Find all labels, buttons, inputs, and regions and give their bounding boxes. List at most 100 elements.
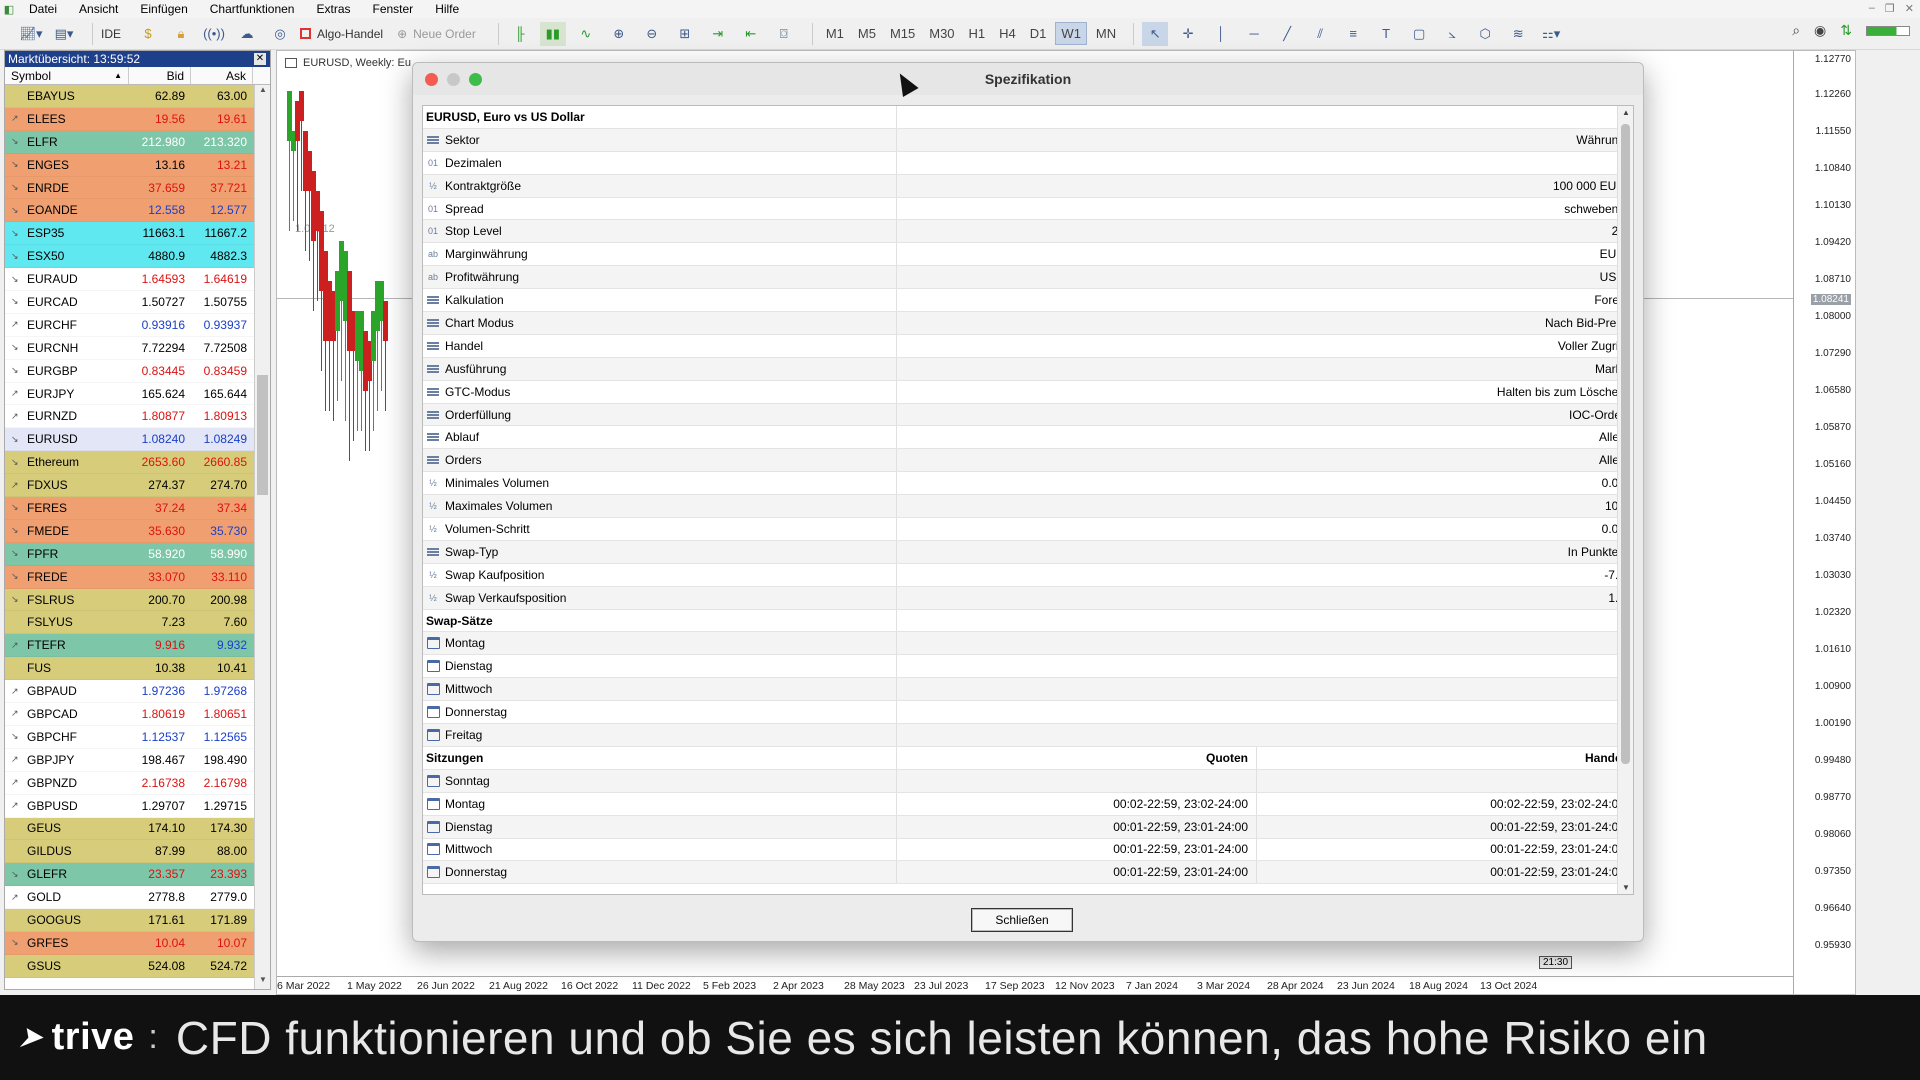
- close-window-icon[interactable]: [425, 73, 438, 86]
- market-watch-row[interactable]: ↘ ENGES 13.16 13.21: [5, 153, 255, 177]
- symbol-column-header[interactable]: Symbol ▲: [5, 67, 129, 84]
- text-tool-icon[interactable]: T: [1373, 22, 1399, 46]
- market-watch-row[interactable]: ↘ FERES 37.24 37.34: [5, 497, 255, 520]
- swap-row[interactable]: Mittwoch 3: [423, 678, 1633, 702]
- menu-item-chartfunktionen[interactable]: Chartfunktionen: [199, 2, 306, 16]
- market-watch-row[interactable]: ↘ FSLRUS 200.70 200.98: [5, 588, 255, 612]
- spec-row[interactable]: 01 Spread schwebend: [423, 197, 1633, 221]
- spec-row[interactable]: ½ Kontraktgröße 100 000 EUR: [423, 174, 1633, 198]
- price-axis[interactable]: 1.12770 1.12260 1.11550 1.10840 1.10130 1.094…: [1793, 51, 1855, 994]
- market-watch-row[interactable]: GEUS 174.10 174.30: [5, 817, 255, 841]
- market-watch-row[interactable]: ↗ GBPNZD 2.16738 2.16798: [5, 771, 255, 795]
- spec-row[interactable]: ½ Swap Verkaufsposition 1.1: [423, 586, 1633, 610]
- market-watch-row[interactable]: FUS 10.38 10.41: [5, 657, 255, 681]
- timeframe-w1[interactable]: W1: [1055, 22, 1087, 45]
- spec-row[interactable]: 01 Dezimalen 5: [423, 151, 1633, 175]
- fibonacci-icon[interactable]: ≡: [1340, 22, 1366, 46]
- spec-row[interactable]: Sektor Währung: [423, 128, 1633, 152]
- timeframe-mn[interactable]: MN: [1091, 23, 1121, 44]
- spec-row[interactable]: Orderfüllung IOC-Order: [423, 403, 1633, 427]
- symbol-header-row[interactable]: EURUSD, Euro vs US Dollar: [423, 106, 1633, 129]
- market-watch-row[interactable]: ↘ EURCNH 7.72294 7.72508: [5, 336, 255, 360]
- objects-icon[interactable]: ⚏▾: [1538, 22, 1564, 46]
- market-watch-row[interactable]: ↗ GBPAUD 1.97236 1.97268: [5, 680, 255, 704]
- dialog-scrollbar[interactable]: ▲ ▼: [1617, 106, 1633, 894]
- spec-row[interactable]: ab Marginwährung EUR: [423, 243, 1633, 267]
- menu-item-hilfe[interactable]: Hilfe: [424, 2, 470, 16]
- zoom-out-icon[interactable]: ⊖: [639, 22, 665, 46]
- bid-column-header[interactable]: Bid: [129, 67, 191, 84]
- market-watch-row[interactable]: ↗ GOLD 2778.8 2779.0: [5, 886, 255, 910]
- search-icon[interactable]: ⌕: [1792, 22, 1800, 39]
- candlestick-icon[interactable]: ▮▮: [539, 21, 566, 46]
- time-axis[interactable]: 6 Mar 2022 1 May 2022 26 Jun 2022 21 Aug 20…: [277, 976, 1793, 994]
- menu-item-einfügen[interactable]: Einfügen: [129, 2, 198, 16]
- market-watch-row[interactable]: ↘ ESX50 4880.9 4882.3: [5, 245, 255, 269]
- market-watch-row[interactable]: FSLYUS 7.23 7.60: [5, 611, 255, 635]
- rectangle-icon[interactable]: ▢: [1406, 22, 1432, 46]
- close-icon[interactable]: ✕: [254, 53, 266, 65]
- dollar-icon[interactable]: $: [135, 22, 161, 46]
- timeframe-h1[interactable]: H1: [964, 23, 991, 44]
- market-watch-row[interactable]: ↘ FPFR 58.920 58.990: [5, 542, 255, 566]
- market-watch-row[interactable]: ↗ GBPJPY 198.467 198.490: [5, 748, 255, 772]
- account-icon[interactable]: ◉: [1814, 22, 1826, 39]
- session-row[interactable]: Dienstag 00:01-22:59, 23:01-24:00 00:01-22…: [423, 815, 1633, 839]
- spec-row[interactable]: Swap-Typ In Punkten: [423, 540, 1633, 564]
- spec-row[interactable]: Chart Modus Nach Bid-Preis: [423, 312, 1633, 335]
- restore-icon[interactable]: ❐: [1885, 2, 1895, 15]
- swap-row[interactable]: Freitag 1: [423, 724, 1633, 747]
- market-watch-row[interactable]: ↘ GRFES 10.04 10.07: [5, 931, 255, 955]
- scroll-up-icon[interactable]: ▲: [255, 85, 271, 99]
- chart-shift-icon[interactable]: ⇤: [738, 22, 764, 46]
- market-watch-row[interactable]: GILDUS 87.99 88.00: [5, 840, 255, 864]
- spec-row[interactable]: Ausführung Markt: [423, 357, 1633, 381]
- close-icon[interactable]: ✕: [1905, 2, 1914, 15]
- close-button[interactable]: Schließen: [971, 908, 1073, 932]
- spec-row[interactable]: ½ Swap Kaufposition -7.5: [423, 563, 1633, 587]
- zoom-window-icon[interactable]: [469, 73, 482, 86]
- tile-windows-icon[interactable]: ⊞: [672, 22, 698, 46]
- market-watch-row[interactable]: ↘ GBPCHF 1.12537 1.12565: [5, 725, 255, 749]
- new-chart-icon[interactable]: 📈︎▾: [18, 22, 44, 46]
- spec-row[interactable]: Handel Voller Zugriff: [423, 334, 1633, 358]
- market-watch-row[interactable]: ↘ ELFR 212.980 213.320: [5, 130, 255, 154]
- swap-row[interactable]: Donnerstag 1: [423, 701, 1633, 725]
- horizontal-line-icon[interactable]: ─: [1241, 22, 1267, 46]
- market-watch-row[interactable]: ↗ EURCHF 0.93916 0.93937: [5, 313, 255, 337]
- autoscroll-icon[interactable]: ⇥: [705, 22, 731, 46]
- sessions-header-row[interactable]: Sitzungen Quoten Handel: [423, 746, 1633, 770]
- market-watch-scrollbar[interactable]: ▲ ▼: [254, 85, 270, 989]
- market-watch-row[interactable]: ↘ EOANDE 12.558 12.577: [5, 199, 255, 223]
- market-watch-row[interactable]: ↗ GBPCAD 1.80619 1.80651: [5, 703, 255, 726]
- scroll-thumb[interactable]: [1621, 124, 1630, 764]
- scroll-up-icon[interactable]: ▲: [1618, 108, 1633, 117]
- shapes-icon[interactable]: ⬡: [1472, 22, 1498, 46]
- timeframe-h4[interactable]: H4: [994, 23, 1021, 44]
- channel-icon[interactable]: ⫽: [1307, 22, 1333, 46]
- timeframe-m5[interactable]: M5: [853, 23, 881, 44]
- scroll-thumb[interactable]: [257, 375, 268, 495]
- timeframe-m1[interactable]: M1: [821, 23, 849, 44]
- line-chart-icon[interactable]: ∿: [573, 22, 599, 46]
- scroll-down-icon[interactable]: ▼: [1618, 883, 1633, 892]
- market-watch-row[interactable]: ↗ EURNZD 1.80877 1.80913: [5, 405, 255, 429]
- dialog-titlebar[interactable]: Spezifikation: [413, 63, 1643, 95]
- algo-trading-button[interactable]: Algo-Handel: [300, 27, 383, 41]
- market-watch-row[interactable]: ↘ GLEFR 23.357 23.393: [5, 863, 255, 887]
- session-row[interactable]: Mittwoch 00:01-22:59, 23:01-24:00 00:01-22…: [423, 838, 1633, 862]
- signal-icon[interactable]: ((•)): [201, 22, 227, 46]
- new-order-button[interactable]: ⊕ Neue Order: [397, 27, 476, 41]
- spec-row[interactable]: ½ Minimales Volumen 0.01: [423, 472, 1633, 496]
- market-watch-row[interactable]: ↘ ENRDE 37.659 37.721: [5, 176, 255, 200]
- market-watch-row[interactable]: GOOGUS 171.61 171.89: [5, 909, 255, 932]
- trendline-icon[interactable]: ╱: [1274, 22, 1300, 46]
- market-watch-row[interactable]: ↗ FTEFR 9.916 9.932: [5, 634, 255, 658]
- timeframe-d1[interactable]: D1: [1025, 23, 1052, 44]
- spec-row[interactable]: GTC-Modus Halten bis zum Löschen: [423, 380, 1633, 404]
- market-watch-row[interactable]: ↗ ELEES 19.56 19.61: [5, 107, 255, 131]
- minimize-icon[interactable]: –: [1869, 2, 1875, 15]
- minimize-window-icon[interactable]: [447, 73, 460, 86]
- session-row[interactable]: Montag 00:02-22:59, 23:02-24:00 00:02-22:5…: [423, 792, 1633, 816]
- gann-icon[interactable]: ⦣: [1439, 22, 1465, 46]
